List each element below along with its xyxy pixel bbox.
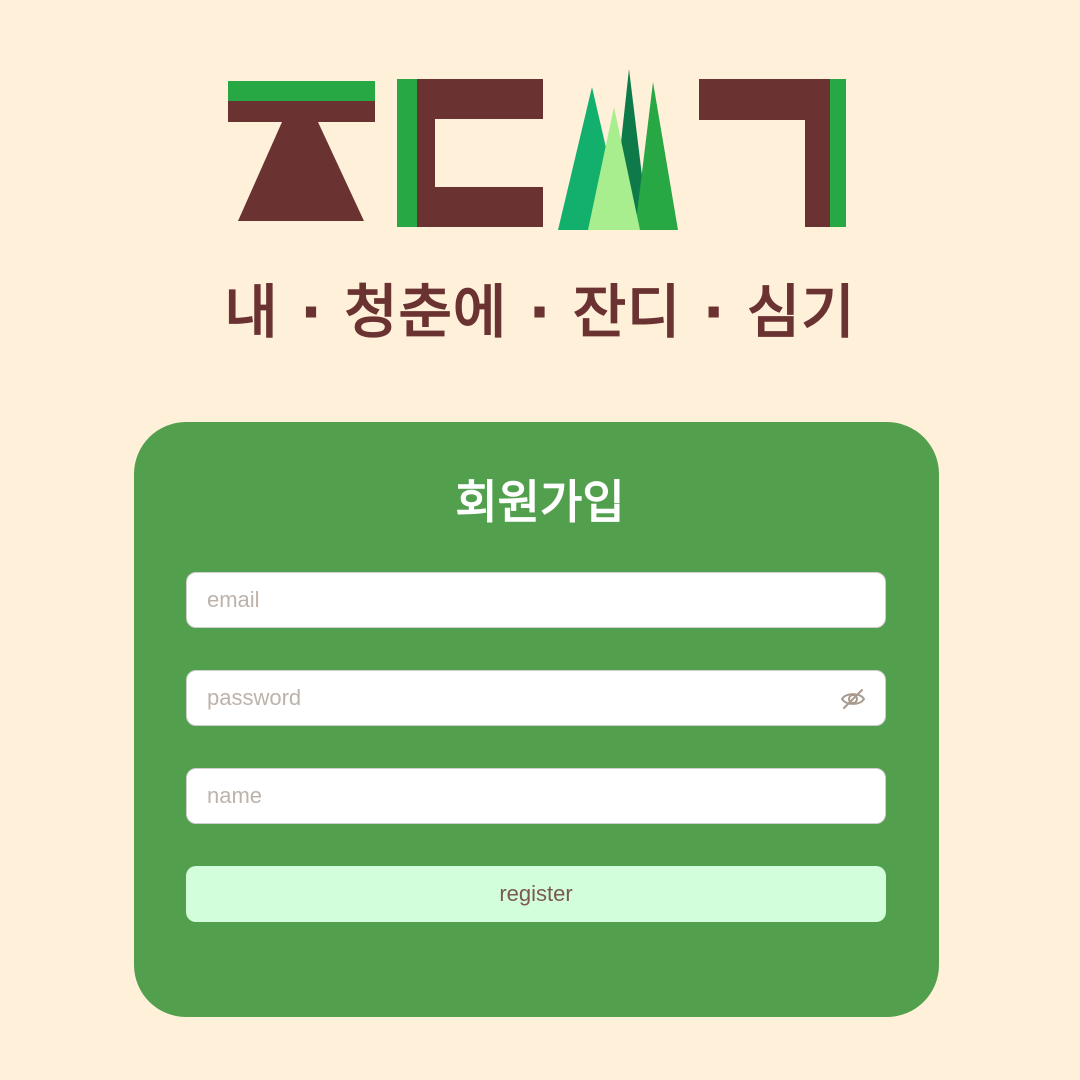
- password-field[interactable]: [186, 670, 886, 726]
- register-page: 내 · 청춘에 · 잔디 · 심기 회원가입 register: [0, 0, 1080, 1080]
- email-field[interactable]: [186, 572, 886, 628]
- register-title: 회원가입: [455, 475, 625, 529]
- eye-off-icon[interactable]: [839, 685, 867, 713]
- password-input[interactable]: [187, 671, 885, 725]
- email-input[interactable]: [187, 573, 885, 627]
- zandi-logo: [228, 69, 846, 230]
- logo-digeut-stem-green: [397, 79, 417, 227]
- logo-digeut-bottom: [417, 187, 543, 227]
- tagline: 내 · 청춘에 · 잔디 · 심기: [224, 278, 856, 346]
- name-field[interactable]: [186, 768, 886, 824]
- register-button[interactable]: register: [186, 866, 886, 922]
- logo-jieut-bar-brown: [228, 101, 375, 122]
- name-input[interactable]: [187, 769, 885, 823]
- logo-jieut-triangle: [238, 122, 364, 221]
- logo-jieut-bar-green: [228, 81, 375, 101]
- logo-giyeok-stem: [805, 79, 830, 227]
- logo-grass-blade-3: [635, 82, 678, 230]
- logo-giyeok-stem-green: [830, 79, 846, 227]
- logo-digeut-top: [417, 79, 543, 119]
